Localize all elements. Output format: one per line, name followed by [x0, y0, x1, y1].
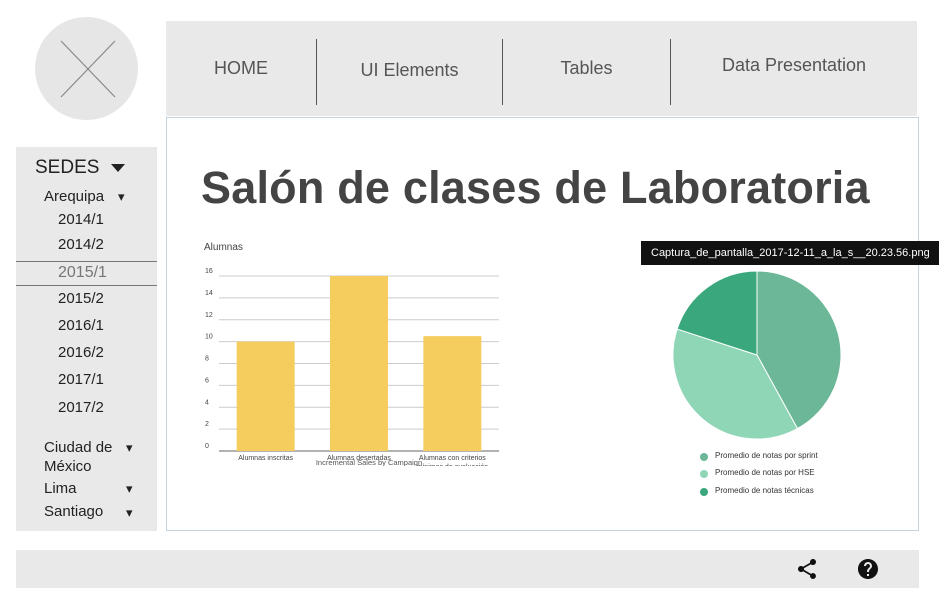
y-tick-label: 10: [205, 334, 213, 341]
sedes-title: SEDES: [35, 157, 100, 178]
pie-chart: [672, 270, 842, 440]
image-tooltip: Captura_de_pantalla_2017-12-11_a_la_s__2…: [641, 241, 939, 265]
bar-chart: 0246810121416Alumnas inscritas Alumnas de…: [205, 268, 499, 466]
chevron-down-icon[interactable]: ▾: [126, 440, 133, 456]
legend-swatch: [700, 453, 708, 461]
city-lima[interactable]: Lima: [44, 479, 77, 498]
year-item[interactable]: 2017/2: [58, 399, 104, 416]
y-tick-label: 4: [205, 399, 209, 406]
y-tick-label: 16: [205, 268, 213, 275]
x-tick-label: Alumnas con criterios: [419, 455, 486, 462]
bar-chart-title: Alumnas: [204, 242, 243, 253]
y-tick-label: 6: [205, 377, 209, 384]
top-navigation: HOME UI Elements Tables Data Presentatio…: [166, 21, 917, 116]
year-item[interactable]: 2014/2: [58, 236, 104, 253]
year-item[interactable]: 2016/2: [58, 344, 104, 361]
city-ciudad-de-mexico[interactable]: Ciudad de México: [44, 438, 112, 476]
x-tick-label: mínimos de evaluación: [417, 464, 489, 466]
city-label-line: México: [44, 458, 92, 475]
chevron-down-icon[interactable]: ▾: [126, 481, 133, 497]
close-icon: [60, 40, 116, 98]
year-item[interactable]: 2016/1: [58, 317, 104, 334]
y-tick-label: 2: [205, 421, 209, 428]
year-item[interactable]: 2015/2: [58, 290, 104, 307]
legend-swatch: [700, 470, 708, 478]
legend-label: Promedio de notas técnicas: [715, 486, 814, 495]
x-axis-label: Incremental Sales by Campaign: [316, 458, 422, 466]
sedes-dropdown[interactable]: SEDES: [35, 157, 126, 179]
share-icon[interactable]: [795, 557, 819, 581]
caret-down-icon: [111, 164, 126, 172]
nav-tables[interactable]: Tables: [503, 21, 670, 116]
nav-ui-elements[interactable]: UI Elements: [317, 23, 502, 118]
footer-bar: [16, 550, 919, 588]
chevron-down-icon[interactable]: ▾: [126, 505, 133, 521]
city-santiago[interactable]: Santiago: [44, 502, 103, 521]
legend-label: Promedio de notas por sprint: [715, 451, 818, 460]
x-tick-label: Alumnas inscritas: [238, 455, 293, 462]
year-item[interactable]: 2017/1: [58, 371, 104, 388]
help-icon[interactable]: [856, 557, 880, 581]
year-item-selected[interactable]: 2015/1: [16, 261, 157, 286]
y-tick-label: 12: [205, 312, 213, 319]
nav-home[interactable]: HOME: [166, 21, 316, 116]
legend-label: Promedio de notas por HSE: [715, 468, 815, 477]
city-arequipa[interactable]: Arequipa: [44, 187, 104, 206]
sidebar: SEDES Arequipa ▾ 2014/1 2014/2 2015/1 20…: [16, 147, 157, 531]
chevron-down-icon[interactable]: ▾: [118, 189, 125, 205]
nav-data-presentation[interactable]: Data Presentation: [671, 18, 917, 113]
y-tick-label: 8: [205, 356, 209, 363]
logo-placeholder: [35, 17, 138, 120]
bar: [236, 341, 295, 451]
year-item[interactable]: 2014/1: [58, 211, 104, 228]
page-title: Salón de clases de Laboratoria: [201, 162, 870, 213]
y-tick-label: 0: [205, 443, 209, 450]
city-label-line: Ciudad de: [44, 439, 113, 456]
bar: [423, 336, 482, 451]
bar: [330, 276, 388, 451]
legend-swatch: [700, 488, 708, 496]
y-tick-label: 14: [205, 290, 213, 297]
